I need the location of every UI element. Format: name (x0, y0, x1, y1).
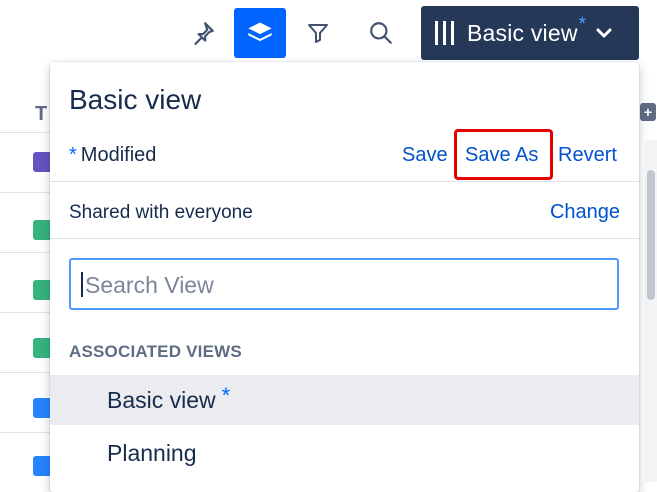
popup-title: Basic view (69, 84, 202, 115)
change-sharing-link[interactable]: Change (550, 201, 620, 224)
modified-indicator: * (69, 144, 77, 166)
save-link[interactable]: Save (402, 144, 448, 167)
table-row-divider (0, 192, 50, 193)
pin-button[interactable] (177, 8, 229, 58)
view-menu-popup: Basic view * Modified Save Save As Revert… (50, 62, 639, 492)
add-column-icon[interactable]: + (640, 103, 656, 121)
chevron-down-icon (596, 28, 612, 38)
revert-link[interactable]: Revert (558, 144, 617, 167)
filter-icon (308, 24, 328, 43)
table-row-divider (0, 132, 50, 133)
search-button[interactable] (355, 8, 407, 58)
modified-indicator: * (221, 383, 231, 408)
table-row-divider (0, 432, 50, 433)
modified-status: * Modified (69, 144, 156, 167)
view-item-label: Planning (107, 440, 197, 466)
pin-icon (194, 22, 214, 45)
section-header-associated-views: ASSOCIATED VIEWS (69, 342, 242, 361)
search-view-input[interactable] (83, 260, 607, 310)
filter-button[interactable] (292, 8, 344, 58)
sharing-label: Shared with everyone (69, 202, 253, 223)
view-switcher-button[interactable]: Basic view * (421, 6, 639, 60)
layers-icon (248, 22, 272, 42)
view-switcher-label: Basic view (467, 19, 578, 46)
divider (50, 238, 639, 239)
table-row-divider (0, 312, 50, 313)
divider (50, 181, 639, 182)
view-item-basic-view[interactable]: Basic view * (50, 375, 639, 425)
view-item-label: Basic view * (107, 383, 231, 413)
layers-button[interactable] (234, 8, 286, 58)
table-row-divider (0, 372, 50, 373)
highlight-box (454, 129, 553, 180)
modified-label: Modified (80, 144, 157, 166)
search-icon (370, 22, 392, 44)
columns-icon (435, 21, 454, 45)
modified-indicator: * (578, 14, 587, 35)
table-column-header: T (35, 103, 48, 125)
view-item-planning[interactable]: Planning (50, 428, 639, 478)
table-row-divider (0, 252, 50, 253)
search-view-field[interactable] (69, 258, 619, 310)
scrollbar-thumb[interactable] (647, 170, 655, 300)
